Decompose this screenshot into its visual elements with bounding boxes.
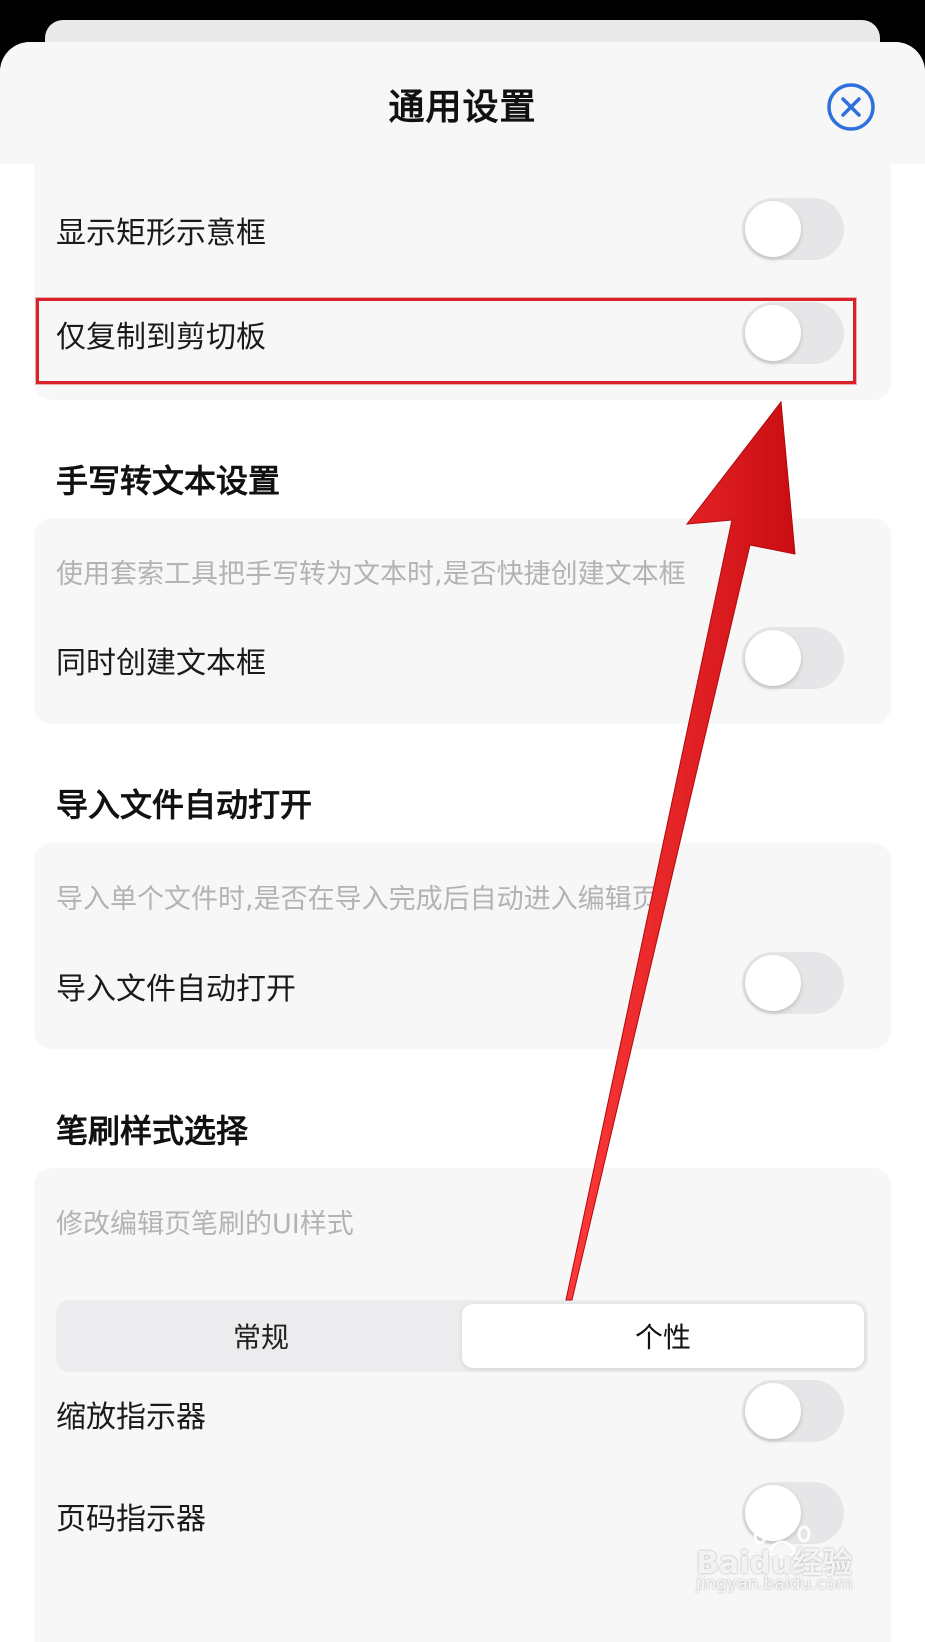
toggle-knob	[745, 630, 801, 686]
highlight-box	[36, 298, 856, 384]
brush-hint: 修改编辑页笔刷的UI样式	[56, 1209, 354, 1240]
auto-open-toggle[interactable]	[742, 952, 844, 1014]
header: 通用设置	[0, 42, 925, 164]
import-section-title: 导入文件自动打开	[56, 786, 313, 824]
zoom-indicator-label: 缩放指示器	[56, 1400, 206, 1435]
handwriting-hint: 使用套索工具把手写转为文本时,是否快捷创建文本框	[56, 559, 686, 590]
page-indicator-toggle[interactable]	[742, 1482, 844, 1544]
handwriting-card	[34, 518, 891, 724]
show-rect-toggle[interactable]	[742, 198, 844, 260]
page-indicator-label: 页码指示器	[56, 1502, 206, 1537]
settings-sheet: 通用设置 显示矩形示意框 仅复制到剪切板 手写转文本设置 使用套索工具把手写转为…	[0, 42, 925, 1642]
toggle-knob	[745, 1383, 801, 1439]
page-title: 通用设置	[388, 87, 537, 128]
toggle-knob	[745, 201, 801, 257]
auto-open-label: 导入文件自动打开	[56, 972, 296, 1007]
import-card	[34, 843, 891, 1049]
toggle-knob	[745, 1485, 801, 1541]
segment-personal[interactable]: 个性	[462, 1304, 864, 1368]
create-textbox-toggle[interactable]	[742, 627, 844, 689]
create-textbox-label: 同时创建文本框	[56, 646, 266, 681]
handwriting-section-title: 手写转文本设置	[56, 462, 281, 500]
import-hint: 导入单个文件时,是否在导入完成后自动进入编辑页	[56, 884, 659, 915]
close-icon[interactable]	[826, 82, 876, 132]
segment-normal[interactable]: 常规	[60, 1304, 462, 1368]
show-rect-label: 显示矩形示意框	[56, 216, 266, 251]
zoom-indicator-toggle[interactable]	[742, 1380, 844, 1442]
brush-section-title: 笔刷样式选择	[56, 1112, 249, 1150]
brush-style-segmented: 常规 个性	[56, 1300, 868, 1372]
toggle-knob	[745, 955, 801, 1011]
